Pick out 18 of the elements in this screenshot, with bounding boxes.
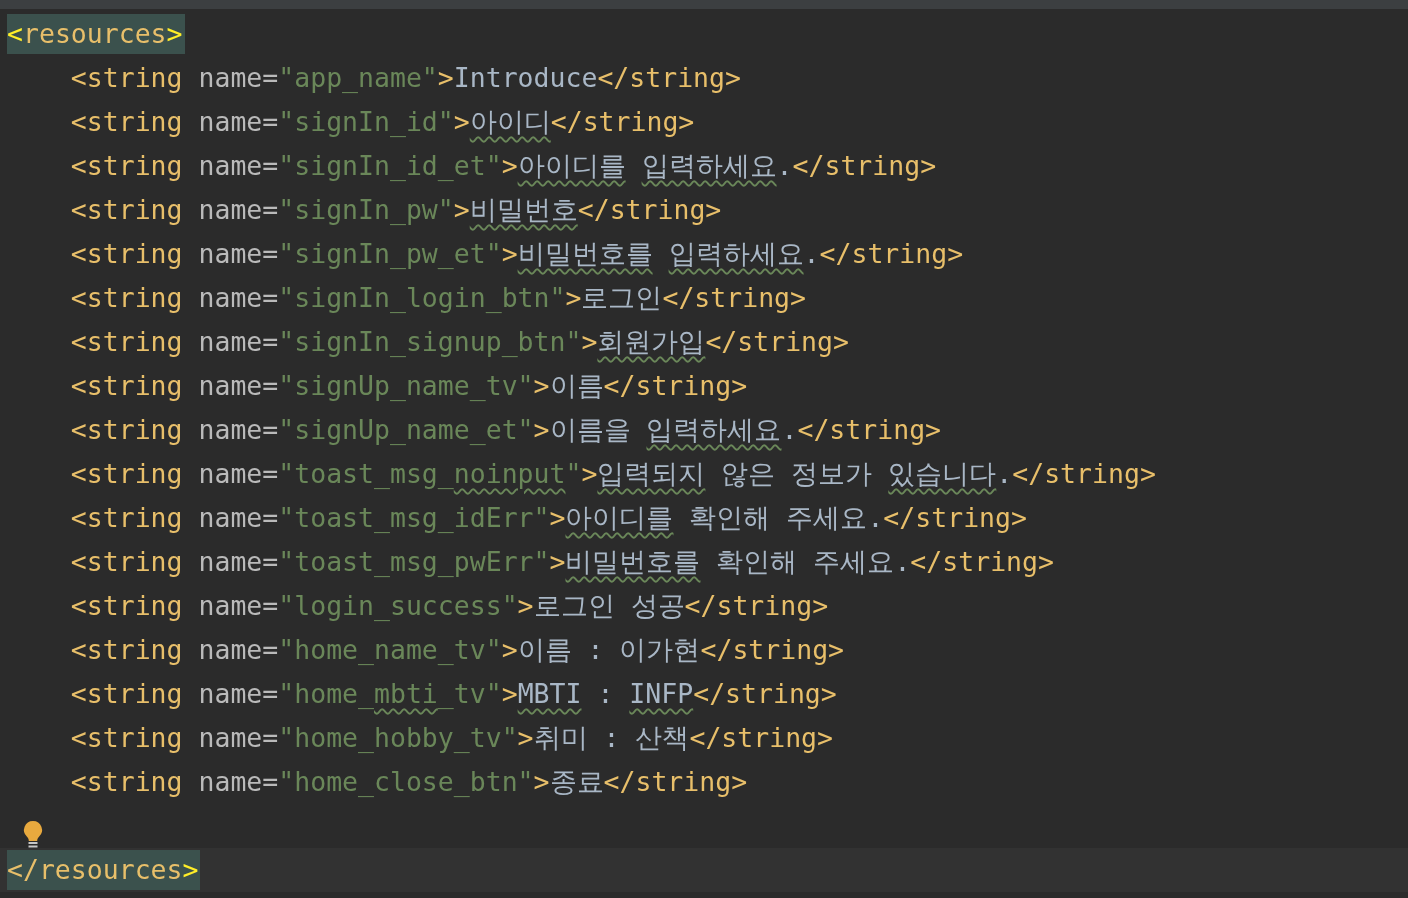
code-line: <string name="app_name">Introduce</string> — [69, 61, 742, 95]
code-line: <string name="home_name_tv">이름 : 이가현</string> — [69, 633, 846, 667]
code-line: <string name="signIn_pw_et">비밀번호를 입력하세요.</string> — [69, 237, 965, 271]
code-line: <string name="signIn_signup_btn">회원가입</string> — [69, 325, 850, 359]
code-line: <string name="signIn_login_btn">로그인</string> — [69, 281, 807, 315]
code-line: <string name="toast_msg_idErr">아이디를 확인해 주세요.</string> — [69, 501, 1028, 535]
code-line: <string name="home_close_btn">종료</string> — [69, 765, 749, 799]
code-line: <string name="toast_msg_pwErr">비밀번호를 확인해 주세요.</string> — [69, 545, 1055, 579]
code-line: <string name="login_success">로그인 성공</string> — [69, 589, 830, 623]
code-line: <string name="signIn_pw">비밀번호</string> — [69, 193, 723, 227]
code-line: <string name="toast_msg_noinput">입력되지 않은 정보가 있습니다.</string> — [69, 457, 1157, 491]
code-line: <string name="home_mbti_tv">MBTI : INFP</string> — [69, 677, 838, 711]
lightbulb-icon[interactable] — [22, 820, 44, 850]
code-line: <string name="signIn_id">아이디</string> — [69, 105, 696, 139]
code-line: <string name="home_hobby_tv">취미 : 산책</string> — [69, 721, 835, 755]
code-line: <string name="signIn_id_et">아이디를 입력하세요.</string> — [69, 149, 938, 183]
code-line: <string name="signUp_name_tv">이름</string> — [69, 369, 749, 403]
code-line: <string name="signUp_name_et">이름을 입력하세요.</string> — [69, 413, 943, 447]
